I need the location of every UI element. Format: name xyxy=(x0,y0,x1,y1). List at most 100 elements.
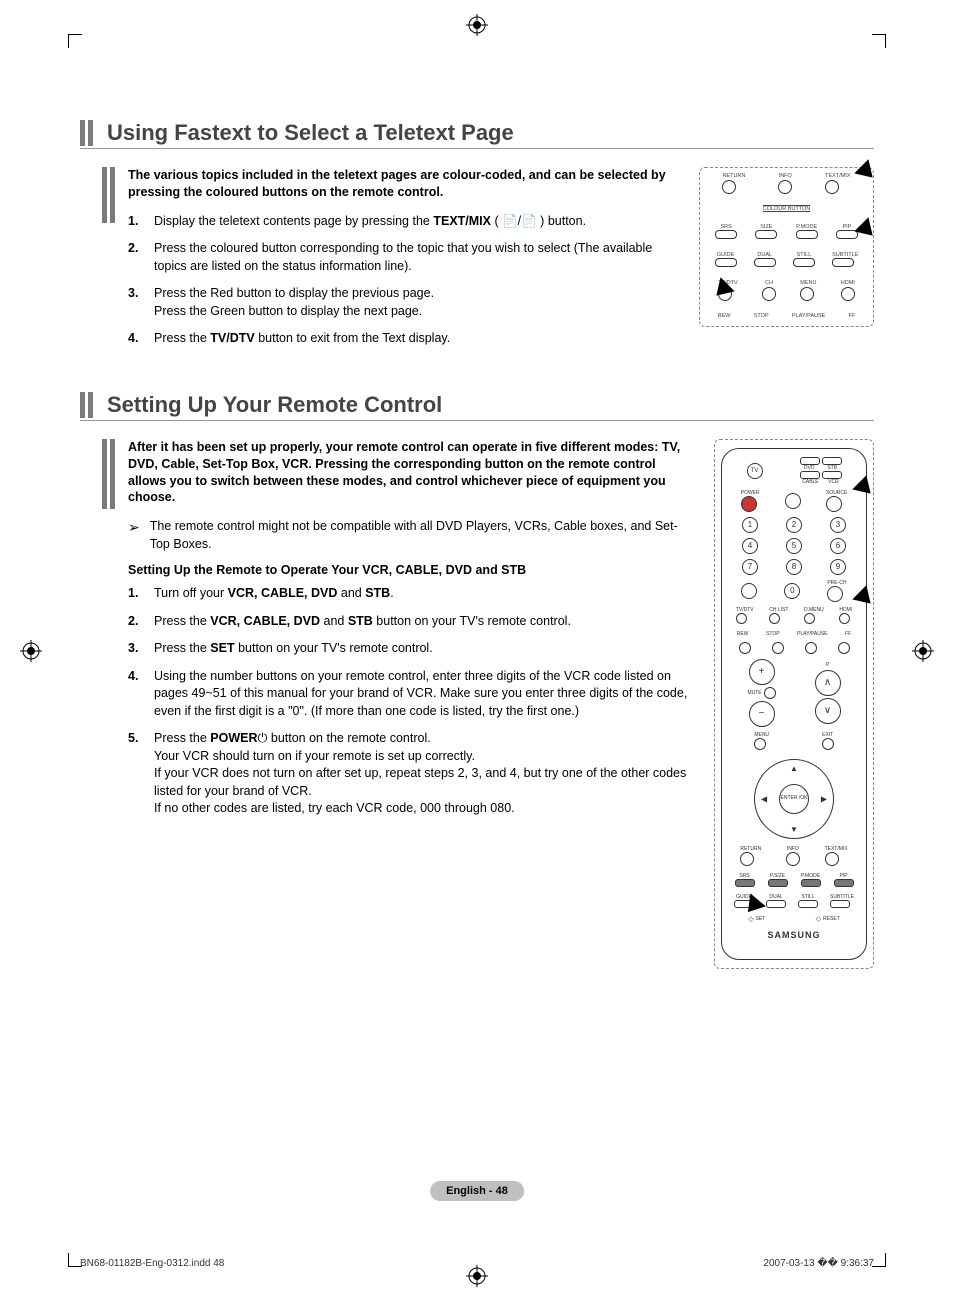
rew-button-icon xyxy=(739,642,751,654)
pmode-button-icon xyxy=(801,879,821,887)
section2-subhead: Setting Up the Remote to Operate Your VC… xyxy=(128,563,694,577)
num-4: 4 xyxy=(742,538,758,554)
menu-button-icon xyxy=(754,738,766,750)
still-button-icon xyxy=(798,900,818,908)
subtitle-button-icon xyxy=(830,900,850,908)
heading-text: Using Fastext to Select a Teletext Page xyxy=(107,120,514,146)
srs-button-icon xyxy=(715,230,737,239)
size-button-icon xyxy=(755,230,777,239)
crop-mark xyxy=(872,1253,886,1267)
section1-intro: The various topics included in the telet… xyxy=(128,167,679,201)
section2-body: After it has been set up properly, your … xyxy=(80,439,874,969)
page-number-pill: English - 48 xyxy=(430,1181,524,1201)
dmenu-button-icon xyxy=(804,613,815,624)
print-footer: BN68-01182B-Eng-0312.indd 48 2007-03-13 … xyxy=(80,1258,874,1269)
num-0: 0 xyxy=(784,583,800,599)
menu-button-icon xyxy=(800,287,814,301)
power-icon: ⏻ xyxy=(258,731,268,745)
colour-button-label: COLOUR BUTTON xyxy=(706,207,867,213)
remote-snippet-figure: RETURN INFO TEXT/MIX COLOUR BUTTON SRS S… xyxy=(699,167,874,358)
power-button-icon xyxy=(741,496,757,512)
registration-mark-icon xyxy=(466,14,488,36)
step-5: Press the POWER⏻ button on the remote co… xyxy=(128,730,694,818)
dual-button-icon xyxy=(754,258,776,267)
step-3: Press the SET button on your TV's remote… xyxy=(128,640,694,658)
num-5: 5 xyxy=(786,538,802,554)
crop-mark xyxy=(68,34,82,48)
enter-ok-button: ENTER /OK xyxy=(779,784,809,814)
textmix-button-icon xyxy=(825,852,839,866)
num-8: 8 xyxy=(786,559,802,575)
registration-mark-icon xyxy=(912,640,934,662)
vcr-mode-button xyxy=(822,471,842,479)
info-button-icon xyxy=(778,180,792,194)
vol-up-button: + xyxy=(749,659,775,685)
dvd-mode-button xyxy=(800,457,820,465)
step-2: Press the coloured button corresponding … xyxy=(128,240,679,275)
stb-mode-button xyxy=(822,457,842,465)
ch-down-button: ∨ xyxy=(815,698,841,724)
step-1: Turn off your VCR, CABLE, DVD and STB. xyxy=(128,585,694,603)
still-button-icon xyxy=(793,258,815,267)
section2-intro: After it has been set up properly, your … xyxy=(128,439,694,507)
source-button-icon xyxy=(826,496,842,512)
side-bars-icon xyxy=(102,167,115,223)
vol-down-button: − xyxy=(749,701,775,727)
prech-button-icon xyxy=(827,586,843,602)
registration-mark-icon xyxy=(20,640,42,662)
section1-steps: Display the teletext contents page by pr… xyxy=(128,213,679,348)
tv-mode-button: TV xyxy=(747,463,763,479)
dual-button-icon xyxy=(766,900,786,908)
return-button-icon xyxy=(722,180,736,194)
button-icon xyxy=(785,493,801,509)
info-button-icon xyxy=(786,852,800,866)
step-1: Display the teletext contents page by pr… xyxy=(128,213,679,231)
exit-button-icon xyxy=(822,738,834,750)
step-4: Press the TV/DTV button to exit from the… xyxy=(128,330,679,348)
num-2: 2 xyxy=(786,517,802,533)
step-3: Press the Red button to display the prev… xyxy=(128,285,679,320)
step-2: Press the VCR, CABLE, DVD and STB button… xyxy=(128,613,694,631)
side-bars-icon xyxy=(102,439,115,509)
section-heading-remote-setup: Setting Up Your Remote Control xyxy=(80,392,874,421)
section1-body: The various topics included in the telet… xyxy=(80,167,874,358)
pip-button-icon xyxy=(834,879,854,887)
compatibility-note: ➢ The remote control might not be compat… xyxy=(128,518,694,553)
play-button-icon xyxy=(805,642,817,654)
brand-logo: SAMSUNG xyxy=(767,930,820,940)
stop-button-icon xyxy=(772,642,784,654)
pmode-button-icon xyxy=(796,230,818,239)
footer-left: BN68-01182B-Eng-0312.indd 48 xyxy=(80,1258,224,1269)
arrow-up-icon: ▲ xyxy=(790,764,798,773)
num-9: 9 xyxy=(830,559,846,575)
arrow-left-icon: ◀ xyxy=(761,794,767,803)
textmix-button-icon xyxy=(825,180,839,194)
dash-button-icon xyxy=(741,583,757,599)
section-heading-fastext: Using Fastext to Select a Teletext Page xyxy=(80,120,874,149)
crop-mark xyxy=(872,34,886,48)
heading-text: Setting Up Your Remote Control xyxy=(107,392,442,418)
dpad: ▲ ▼ ◀ ▶ ENTER /OK xyxy=(754,759,834,839)
psize-button-icon xyxy=(768,879,788,887)
num-1: 1 xyxy=(742,517,758,533)
num-3: 3 xyxy=(830,517,846,533)
num-6: 6 xyxy=(830,538,846,554)
step-4: Using the number buttons on your remote … xyxy=(128,668,694,721)
chlist-button-icon xyxy=(769,613,780,624)
arrow-right-icon: ▶ xyxy=(821,794,827,803)
footer-right: 2007-03-13 �� 9:36:37 xyxy=(763,1258,874,1269)
return-button-icon xyxy=(740,852,754,866)
note-icon: ➢ xyxy=(128,518,140,553)
tvdtv-button-icon xyxy=(736,613,747,624)
remote-body: TV DVDSTB CABLEVCR POWER SOURCE 123 xyxy=(721,448,867,960)
section2-steps: Turn off your VCR, CABLE, DVD and STB. P… xyxy=(128,585,694,818)
subtitle-button-icon xyxy=(832,258,854,267)
page-content: Using Fastext to Select a Teletext Page … xyxy=(80,120,874,1241)
srs-button-icon xyxy=(735,879,755,887)
ff-button-icon xyxy=(838,642,850,654)
arrow-down-icon: ▼ xyxy=(790,825,798,834)
ch-up-button: ∧ xyxy=(815,670,841,696)
mute-button-icon xyxy=(764,687,776,699)
guide-button-icon xyxy=(715,258,737,267)
cable-mode-button xyxy=(800,471,820,479)
